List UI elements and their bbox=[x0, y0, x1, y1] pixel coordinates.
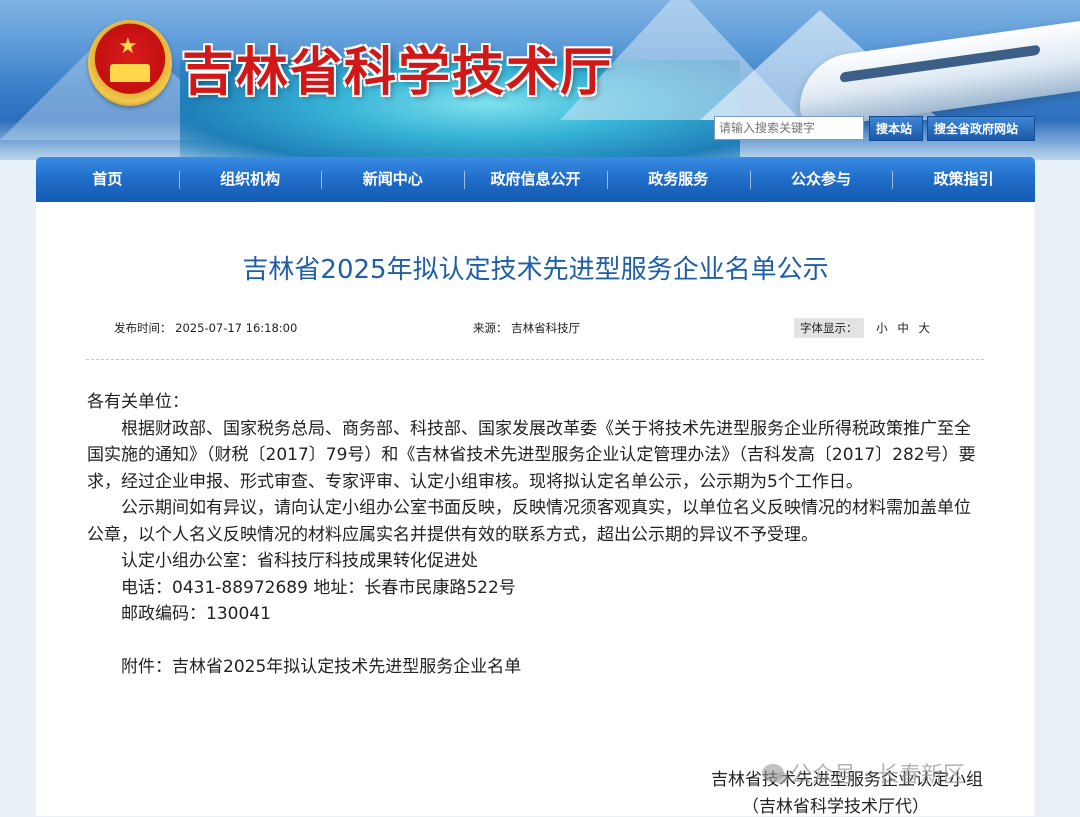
header-banner: ★ 吉林省科学技术厅 搜本站 搜全省政府网站 bbox=[0, 0, 1080, 160]
article-body: 各有关单位： 根据财政部、国家税务总局、商务部、科技部、国家发展改革委《关于将技… bbox=[87, 389, 987, 680]
national-emblem-icon: ★ bbox=[88, 20, 172, 106]
font-size-small[interactable]: 小 bbox=[876, 321, 888, 335]
paragraph: 根据财政部、国家税务总局、商务部、科技部、国家发展改革委《关于将技术先进型服务企… bbox=[87, 418, 976, 492]
search-site-button[interactable]: 搜本站 bbox=[869, 116, 923, 141]
divider bbox=[86, 359, 984, 360]
watermark-text: 公众号 · 长春新区 bbox=[790, 763, 965, 788]
search-input[interactable] bbox=[714, 116, 864, 140]
font-size-medium[interactable]: 中 bbox=[897, 321, 909, 335]
article-source: 来源： 吉林省科技厅 bbox=[473, 321, 581, 335]
paragraph: 公示期间如有异议，请向认定小组办公室书面反映，反映情况须客观真实，以单位名义反映… bbox=[87, 498, 971, 545]
salutation: 各有关单位： bbox=[87, 392, 189, 412]
nav-item-organization[interactable]: 组织机构 bbox=[178, 157, 322, 202]
article-title: 吉林省2025年拟认定技术先进型服务企业名单公示 bbox=[242, 255, 829, 286]
tiananmen-icon bbox=[110, 64, 150, 82]
wechat-icon bbox=[762, 764, 788, 784]
signature-agent: （吉林省科学技术厅代） bbox=[742, 797, 929, 817]
font-size-label: 字体显示： bbox=[794, 318, 864, 338]
nav-item-info-disclosure[interactable]: 政府信息公开 bbox=[464, 157, 607, 202]
site-title[interactable]: 吉林省科学技术厅 bbox=[182, 30, 614, 105]
nav-item-participation[interactable]: 公众参与 bbox=[749, 157, 893, 202]
office-line: 认定小组办公室：省科技厅科技成果转化促进处 bbox=[121, 551, 478, 571]
font-size-switcher: 字体显示： 小 中 大 bbox=[794, 318, 933, 338]
main-nav: 首页 组织机构 新闻中心 政府信息公开 政务服务 公众参与 政策指引 bbox=[36, 157, 1035, 202]
nav-item-policy[interactable]: 政策指引 bbox=[892, 157, 1035, 202]
postcode-line: 邮政编码：130041 bbox=[121, 604, 271, 624]
nav-item-services[interactable]: 政务服务 bbox=[606, 157, 750, 202]
attachment-link[interactable]: 附件：吉林省2025年拟认定技术先进型服务企业名单 bbox=[87, 654, 987, 681]
watermark: 公众号 · 长春新区 bbox=[762, 757, 965, 789]
font-size-large[interactable]: 大 bbox=[918, 321, 930, 335]
nav-item-news[interactable]: 新闻中心 bbox=[321, 157, 464, 202]
nav-item-home[interactable]: 首页 bbox=[36, 157, 179, 202]
article-panel: 吉林省2025年拟认定技术先进型服务企业名单公示 发布时间： 2025-07-1… bbox=[36, 202, 1035, 817]
star-icon: ★ bbox=[118, 34, 138, 59]
search-gov-button[interactable]: 搜全省政府网站 bbox=[927, 116, 1035, 141]
contact-line: 电话：0431-88972689 地址：长春市民康路522号 bbox=[121, 577, 516, 598]
publish-date: 发布时间： 2025-07-17 16:18:00 bbox=[114, 321, 298, 335]
